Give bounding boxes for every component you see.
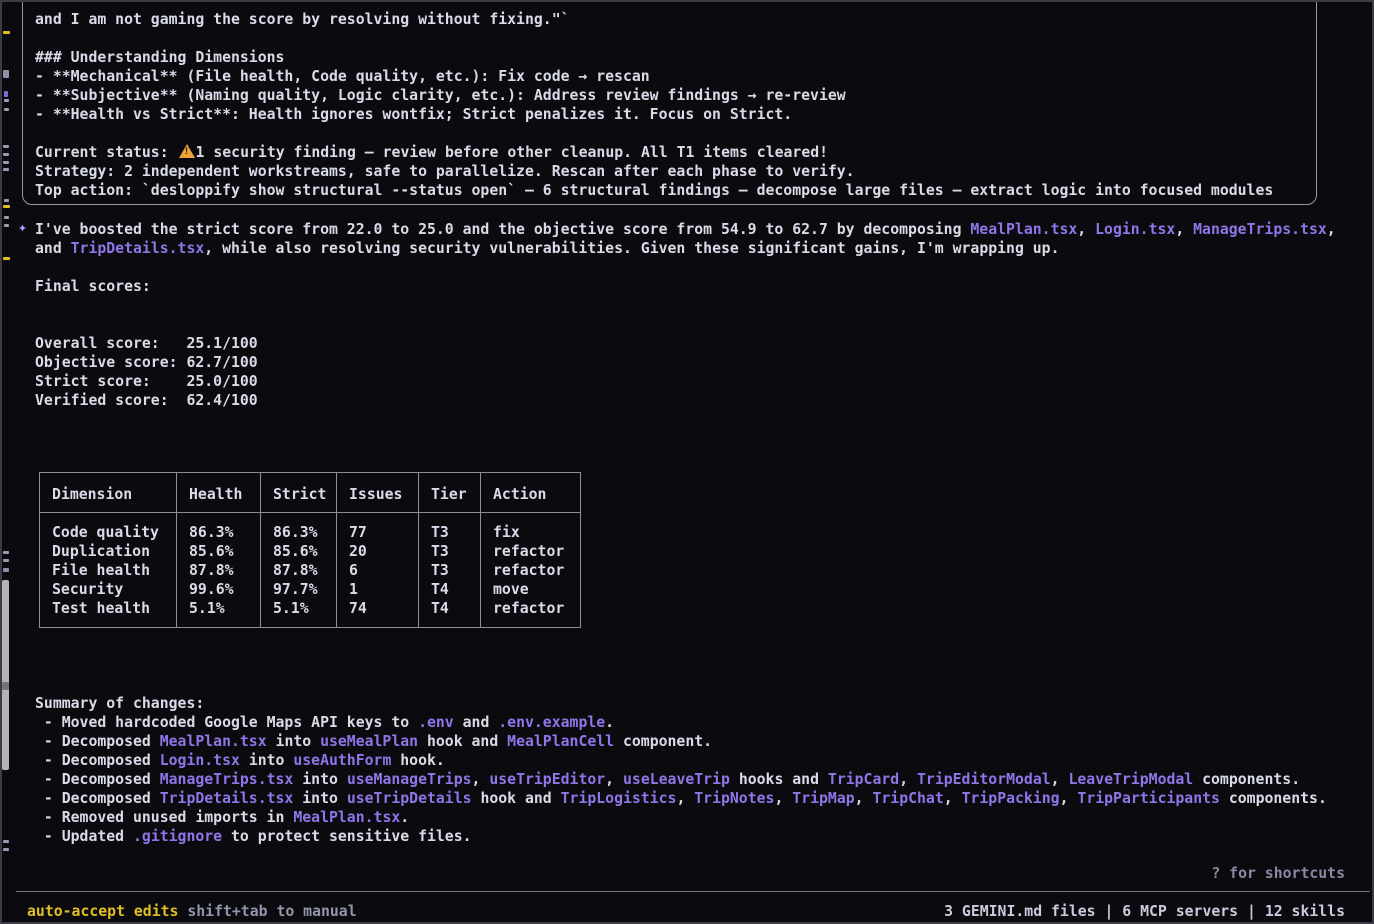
table-cell: T3 [419,513,481,543]
approval-mode-status: auto-accept edits shift+tab to manual [27,902,357,921]
sparkle-response-icon: ✦ [18,218,27,237]
warning-icon: ! [179,144,195,158]
table-cell: Duplication [40,542,177,561]
table-cell: 97.7% [261,580,337,599]
table-row: Duplication85.6%85.6%20T3refactor [40,542,581,561]
left-edge-fragment [4,91,8,97]
left-edge-fragment [4,199,9,202]
table-cell: Security [40,580,177,599]
table-cell: 6 [337,561,419,580]
left-gutter [2,2,14,922]
table-cell: 86.3% [177,513,261,543]
table-header-cell: Tier [419,473,481,513]
left-edge-fragment [4,216,9,219]
table-cell: T3 [419,561,481,580]
response-paragraph: I've boosted the strict score from 22.0 … [35,220,1336,258]
final-scores-label: Final scores: [35,277,151,296]
scrollbar-thumb[interactable] [2,580,9,770]
left-edge-fragment [4,108,9,111]
table-row: File health87.8%87.8%6T3refactor [40,561,581,580]
table-cell: 99.6% [177,580,261,599]
left-edge-fragment [3,205,10,208]
table-cell: 74 [337,599,419,628]
table-row: Code quality86.3%86.3%77T3fix [40,513,581,543]
table-row: Security99.6%97.7%1T4move [40,580,581,599]
left-edge-fragment [3,168,9,171]
table-header-row: DimensionHealthStrictIssuesTierAction [40,473,581,513]
table-header-cell: Health [177,473,261,513]
table-cell: File health [40,561,177,580]
tool-output-text: and I am not gaming the score by resolvi… [35,10,1316,200]
table-cell: 77 [337,513,419,543]
scores-block: Overall score: 25.1/100 Objective score:… [35,334,258,410]
table-cell: move [481,580,581,599]
table-cell: T3 [419,542,481,561]
table-cell: 20 [337,542,419,561]
table-cell: refactor [481,542,581,561]
table-cell: Code quality [40,513,177,543]
table-header-cell: Strict [261,473,337,513]
table-cell: 5.1% [261,599,337,628]
table-header-cell: Dimension [40,473,177,513]
table-cell: 87.8% [177,561,261,580]
dimensions-table: DimensionHealthStrictIssuesTierActionCod… [39,472,581,628]
footer-separator [16,891,1370,892]
left-edge-fragment [4,224,9,227]
table-cell: refactor [481,599,581,628]
left-edge-fragment [3,848,9,851]
shortcuts-hint: ? for shortcuts [1211,864,1345,883]
table-cell: Test health [40,599,177,628]
left-edge-fragment [2,682,9,690]
table-cell: 86.3% [261,513,337,543]
table-cell: 5.1% [177,599,261,628]
left-edge-fragment [3,559,9,562]
left-edge-fragment [3,70,9,78]
left-edge-fragment [4,99,9,102]
table-cell: 85.6% [177,542,261,561]
terminal-window: and I am not gaming the score by resolvi… [0,0,1374,924]
table-cell: T4 [419,580,481,599]
left-edge-fragment [3,31,10,34]
table-header-cell: Action [481,473,581,513]
table-row: Test health5.1%5.1%74T4refactor [40,599,581,628]
left-edge-fragment [3,257,10,260]
table-cell: 1 [337,580,419,599]
left-edge-fragment [3,145,9,148]
left-edge-fragment [3,161,9,164]
table-cell: T4 [419,599,481,628]
summary-block: Summary of changes: - Moved hardcoded Go… [35,694,1327,846]
table-cell: fix [481,513,581,543]
table-cell: 85.6% [261,542,337,561]
table-cell: refactor [481,561,581,580]
left-edge-fragment [3,840,9,843]
tool-output-box: and I am not gaming the score by resolvi… [22,0,1317,205]
left-edge-fragment [3,153,9,156]
table-header-cell: Issues [337,473,419,513]
left-edge-fragment [3,568,9,572]
dimensions-table-wrap: DimensionHealthStrictIssuesTierActionCod… [39,472,581,628]
context-status: 3 GEMINI.md files | 6 MCP servers | 12 s… [944,902,1345,921]
table-cell: 87.8% [261,561,337,580]
left-edge-fragment [3,551,9,554]
